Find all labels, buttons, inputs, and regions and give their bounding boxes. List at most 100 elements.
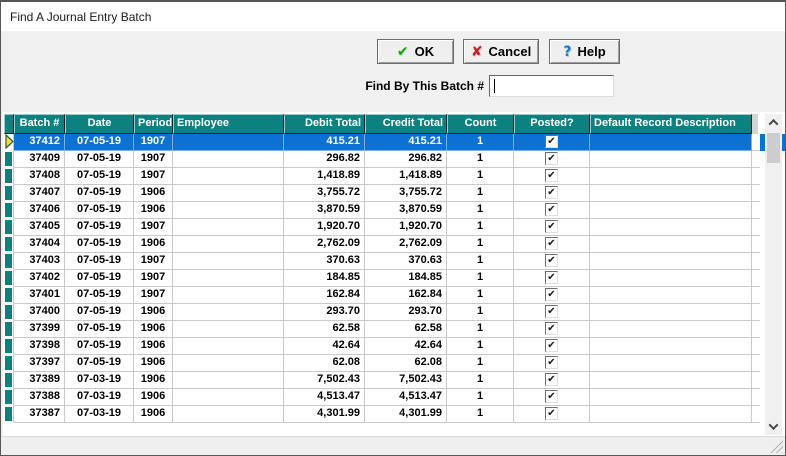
credit-cell[interactable]: 62.08 <box>365 355 447 372</box>
employee-cell[interactable] <box>173 287 284 304</box>
posted-checkbox[interactable]: ✔ <box>545 288 558 301</box>
period-cell[interactable]: 1907 <box>134 134 173 151</box>
column-header-description[interactable]: Default Record Description <box>590 114 752 134</box>
batch-number-input[interactable] <box>490 76 613 96</box>
debit-cell[interactable]: 1,920.70 <box>284 219 365 236</box>
batch-cell[interactable]: 37403 <box>14 253 65 270</box>
count-cell[interactable]: 1 <box>447 406 514 423</box>
batch-cell[interactable]: 37400 <box>14 304 65 321</box>
date-cell[interactable]: 07-05-19 <box>65 219 134 236</box>
description-cell[interactable] <box>590 185 752 202</box>
period-cell[interactable]: 1907 <box>134 287 173 304</box>
credit-cell[interactable]: 4,301.99 <box>365 406 447 423</box>
posted-checkbox[interactable]: ✔ <box>545 237 558 250</box>
titlebar[interactable]: Find A Journal Entry Batch <box>1 2 785 31</box>
debit-cell[interactable]: 7,502.43 <box>284 372 365 389</box>
date-cell[interactable]: 07-05-19 <box>65 202 134 219</box>
posted-checkbox[interactable]: ✔ <box>545 186 558 199</box>
count-cell[interactable]: 1 <box>447 389 514 406</box>
employee-cell[interactable] <box>173 389 284 406</box>
posted-checkbox[interactable]: ✔ <box>545 152 558 165</box>
credit-cell[interactable]: 1,418.89 <box>365 168 447 185</box>
employee-cell[interactable] <box>173 236 284 253</box>
description-cell[interactable] <box>590 287 752 304</box>
posted-checkbox[interactable]: ✔ <box>545 322 558 335</box>
count-cell[interactable]: 1 <box>447 321 514 338</box>
count-cell[interactable]: 1 <box>447 134 514 151</box>
batch-cell[interactable]: 37389 <box>14 372 65 389</box>
description-cell[interactable] <box>590 406 752 423</box>
posted-cell[interactable]: ✔ <box>514 389 590 406</box>
count-cell[interactable]: 1 <box>447 185 514 202</box>
debit-cell[interactable]: 1,418.89 <box>284 168 365 185</box>
count-cell[interactable]: 1 <box>447 253 514 270</box>
employee-cell[interactable] <box>173 406 284 423</box>
vertical-scrollbar[interactable] <box>765 114 782 435</box>
batch-cell[interactable]: 37404 <box>14 236 65 253</box>
count-cell[interactable]: 1 <box>447 372 514 389</box>
table-row[interactable]: 3740207-05-191907184.85184.851✔ <box>4 270 785 287</box>
employee-cell[interactable] <box>173 355 284 372</box>
cancel-button[interactable]: ✘ Cancel <box>463 39 539 64</box>
column-header-count[interactable]: Count <box>447 114 514 134</box>
description-cell[interactable] <box>590 338 752 355</box>
table-row[interactable]: 3740807-05-1919071,418.891,418.891✔ <box>4 168 785 185</box>
batch-cell[interactable]: 37401 <box>14 287 65 304</box>
scroll-down-button[interactable] <box>765 418 782 435</box>
period-cell[interactable]: 1906 <box>134 185 173 202</box>
period-cell[interactable]: 1907 <box>134 270 173 287</box>
posted-cell[interactable]: ✔ <box>514 202 590 219</box>
posted-cell[interactable]: ✔ <box>514 134 590 151</box>
date-cell[interactable]: 07-05-19 <box>65 304 134 321</box>
description-cell[interactable] <box>590 151 752 168</box>
count-cell[interactable]: 1 <box>447 202 514 219</box>
description-cell[interactable] <box>590 304 752 321</box>
employee-cell[interactable] <box>173 338 284 355</box>
table-row[interactable]: 3738907-03-1919067,502.437,502.431✔ <box>4 372 785 389</box>
count-cell[interactable]: 1 <box>447 304 514 321</box>
description-cell[interactable] <box>590 168 752 185</box>
batch-cell[interactable]: 37406 <box>14 202 65 219</box>
description-cell[interactable] <box>590 253 752 270</box>
batch-cell[interactable]: 37398 <box>14 338 65 355</box>
description-cell[interactable] <box>590 219 752 236</box>
column-header-posted[interactable]: Posted? <box>514 114 590 134</box>
description-cell[interactable] <box>590 270 752 287</box>
date-cell[interactable]: 07-05-19 <box>65 270 134 287</box>
column-header-period[interactable]: Period <box>134 114 173 134</box>
period-cell[interactable]: 1906 <box>134 389 173 406</box>
debit-cell[interactable]: 62.58 <box>284 321 365 338</box>
table-row[interactable]: 3740607-05-1919063,870.593,870.591✔ <box>4 202 785 219</box>
posted-checkbox[interactable]: ✔ <box>545 373 558 386</box>
posted-cell[interactable]: ✔ <box>514 355 590 372</box>
period-cell[interactable]: 1907 <box>134 151 173 168</box>
posted-cell[interactable]: ✔ <box>514 338 590 355</box>
table-row[interactable]: 3740907-05-191907296.82296.821✔ <box>4 151 785 168</box>
debit-cell[interactable]: 3,870.59 <box>284 202 365 219</box>
posted-cell[interactable]: ✔ <box>514 406 590 423</box>
debit-cell[interactable]: 4,301.99 <box>284 406 365 423</box>
date-cell[interactable]: 07-03-19 <box>65 406 134 423</box>
period-cell[interactable]: 1906 <box>134 202 173 219</box>
posted-cell[interactable]: ✔ <box>514 185 590 202</box>
table-row[interactable]: 3740707-05-1919063,755.723,755.721✔ <box>4 185 785 202</box>
count-cell[interactable]: 1 <box>447 236 514 253</box>
table-row[interactable]: 3738807-03-1919064,513.474,513.471✔ <box>4 389 785 406</box>
column-header-date[interactable]: Date <box>65 114 134 134</box>
description-cell[interactable] <box>590 321 752 338</box>
period-cell[interactable]: 1906 <box>134 372 173 389</box>
count-cell[interactable]: 1 <box>447 219 514 236</box>
date-cell[interactable]: 07-05-19 <box>65 287 134 304</box>
table-row[interactable]: 3738707-03-1919064,301.994,301.991✔ <box>4 406 785 423</box>
batch-cell[interactable]: 37388 <box>14 389 65 406</box>
employee-cell[interactable] <box>173 372 284 389</box>
employee-cell[interactable] <box>173 253 284 270</box>
description-cell[interactable] <box>590 389 752 406</box>
resize-grip[interactable] <box>770 440 783 453</box>
posted-checkbox[interactable]: ✔ <box>545 390 558 403</box>
description-cell[interactable] <box>590 372 752 389</box>
batch-cell[interactable]: 37405 <box>14 219 65 236</box>
debit-cell[interactable]: 370.63 <box>284 253 365 270</box>
date-cell[interactable]: 07-03-19 <box>65 389 134 406</box>
debit-cell[interactable]: 62.08 <box>284 355 365 372</box>
